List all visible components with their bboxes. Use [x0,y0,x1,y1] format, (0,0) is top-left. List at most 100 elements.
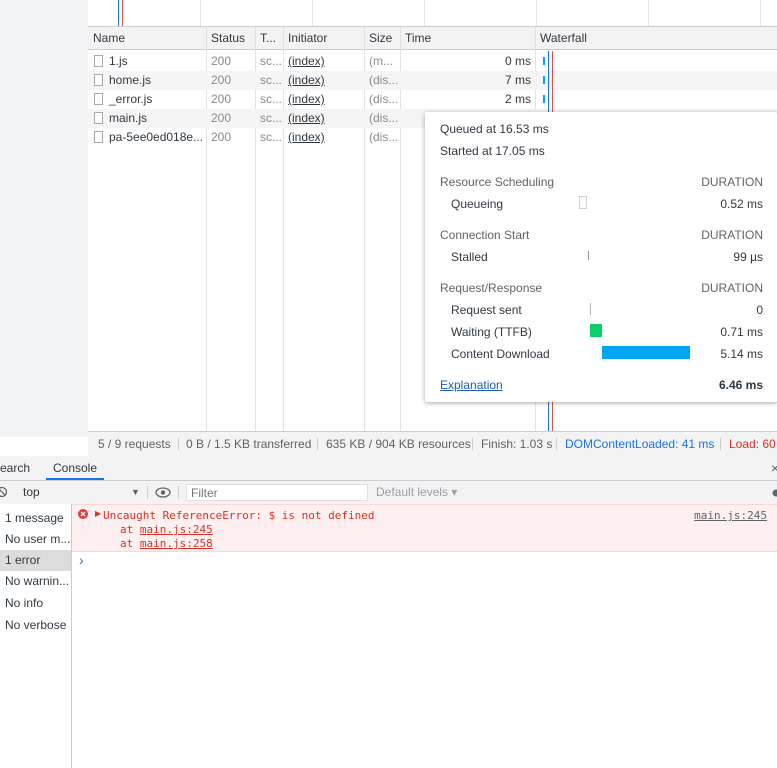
request-sent-label: Request sent [451,303,522,317]
filter-input[interactable] [186,484,368,501]
stack-frame-prefix: at [120,537,140,550]
request-type: sc... [260,111,283,125]
console-error-message[interactable]: ▶ Uncaught ReferenceError: $ is not defi… [72,504,777,552]
network-overview[interactable] [88,0,777,27]
file-icon [94,74,103,86]
request-status: 200 [211,92,232,106]
file-icon [94,55,103,67]
started-at: Started at 17.05 ms [440,144,545,158]
request-type: sc... [260,92,283,106]
request-size: (dis... [369,92,399,106]
waiting-bar [590,324,602,337]
duration-header: DURATION [701,281,763,295]
request-initiator-link[interactable]: (index) [283,109,364,128]
request-type: sc... [260,54,283,68]
request-name: home.js [109,73,152,87]
request-status: 200 [211,54,232,68]
sidebar-item-user-messages[interactable]: No user m... [0,529,71,550]
file-icon [94,131,103,143]
stack-frame-link[interactable]: main.js:245 [140,523,213,536]
tab-console[interactable]: Console [46,456,104,480]
load-time: Load: 60 [729,437,776,451]
request-initiator-link[interactable]: (index) [283,128,364,147]
table-row[interactable]: _error.js 200 sc... (index) (dis... 2 ms [88,90,777,109]
file-icon [94,93,103,105]
request-time: 2 ms [504,92,531,106]
duration-header: DURATION [701,175,763,189]
request-status: 200 [211,73,232,87]
section-connection-start: Connection Start [440,228,530,242]
block-icon[interactable] [0,486,8,498]
request-initiator-link[interactable]: (index) [283,90,364,109]
table-row[interactable]: 1.js 200 sc... (index) (m... 0 ms [88,52,777,71]
content-download-label: Content Download [451,347,550,361]
stalled-value: 99 µs [733,250,763,264]
column-header-initiator[interactable]: Initiator [283,27,364,49]
transferred-size: 0 B / 1.5 KB transferred [186,437,312,451]
column-header-status[interactable]: Status [206,27,255,49]
section-resource-scheduling: Resource Scheduling [440,175,555,189]
resources-size: 635 KB / 904 KB resources [326,437,471,451]
column-header-waterfall[interactable]: Waterfall [535,27,777,49]
section-request-response: Request/Response [440,281,543,295]
stack-frame-prefix: at [120,523,140,536]
queueing-label: Queueing [451,197,504,211]
request-status: 200 [211,130,232,144]
column-header-size[interactable]: Size [364,27,400,49]
total-duration: 6.46 ms [718,378,763,392]
log-levels-dropdown[interactable]: Default levels ▾ [376,481,457,504]
request-name: _error.js [109,92,153,106]
request-sent-bar [590,303,591,315]
sidebar-item-verbose[interactable]: No verbose [0,615,71,636]
error-icon [78,509,88,519]
request-size: (dis... [369,111,399,125]
column-header-name[interactable]: Name [88,27,206,49]
queued-at: Queued at 16.53 ms [440,122,549,136]
table-row[interactable]: home.js 200 sc... (index) (dis... 7 ms [88,71,777,90]
explanation-link[interactable]: Explanation [440,378,503,392]
request-size: (m... [369,54,393,68]
column-header-time[interactable]: Time [400,27,535,49]
request-status: 200 [211,111,232,125]
column-header-type[interactable]: T... [255,27,283,49]
request-type: sc... [260,73,283,87]
content-download-value: 5.14 ms [720,347,763,361]
duration-header: DURATION [701,228,763,242]
sidebar-item-info[interactable]: No info [0,593,71,614]
queueing-value: 0.52 ms [720,197,763,211]
eye-icon[interactable] [155,487,171,498]
console-sidebar: 1 message No user m... 1 error No warnin… [0,504,72,768]
request-size: (dis... [369,130,399,144]
close-drawer-icon[interactable]: × [771,456,777,480]
expand-triangle-icon[interactable]: ▶ [95,509,101,518]
stalled-label: Stalled [451,250,488,264]
context-selector[interactable]: top [23,481,40,504]
chevron-down-icon[interactable]: ▼ [131,481,140,504]
waterfall-bar [543,76,545,84]
stack-frame: at main.js:245 [120,523,213,536]
request-type: sc... [260,130,283,144]
error-text: Uncaught ReferenceError: $ is not define… [103,509,375,522]
request-initiator-link[interactable]: (index) [283,71,364,90]
request-time: 7 ms [504,73,531,87]
gear-icon[interactable] [772,487,777,499]
request-time: 0 ms [504,54,531,68]
request-name: 1.js [109,54,128,68]
waiting-label: Waiting (TTFB) [451,325,532,339]
request-initiator-link[interactable]: (index) [283,52,364,71]
requests-count: 5 / 9 requests [98,437,171,451]
request-size: (dis... [369,73,399,87]
sidebar-item-warnings[interactable]: No warnin... [0,571,71,592]
sidebar-item-errors[interactable]: 1 error [0,550,71,571]
stalled-bar [588,251,589,260]
sidebar-item-messages[interactable]: 1 message [0,508,71,529]
waiting-value: 0.71 ms [720,325,763,339]
request-name: main.js [109,111,148,125]
console-input[interactable] [92,552,762,570]
drawer-tab-bar: earch Console × [0,456,777,481]
tab-search[interactable]: earch [0,456,30,480]
queueing-bar [579,196,587,209]
error-source-link[interactable]: main.js:245 [694,509,767,522]
stack-frame-link[interactable]: main.js:258 [140,537,213,550]
console-prompt-icon: › [79,552,84,568]
